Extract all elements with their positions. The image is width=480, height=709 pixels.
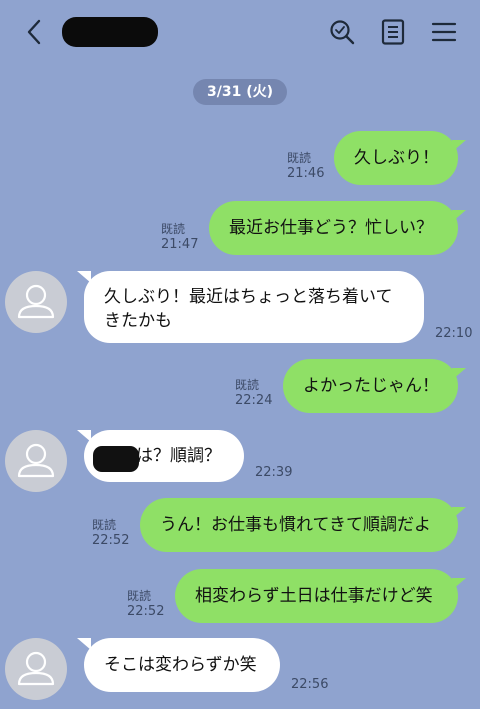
message-time: 22:39 xyxy=(255,465,293,480)
read-label: 既読 xyxy=(287,151,312,165)
message-time: 22:56 xyxy=(291,677,329,692)
outgoing-message-bubble[interactable]: 最近お仕事どう？忙しい？ xyxy=(209,201,458,255)
bubble-tail xyxy=(452,578,466,590)
message-time: 22:52 xyxy=(127,604,165,619)
message-time: 22:10 xyxy=(435,326,473,341)
outgoing-message-bubble[interactable]: うん！お仕事も慣れてきて順調だよ xyxy=(140,498,458,552)
read-label: 既読 xyxy=(235,378,260,392)
outgoing-message-bubble[interactable]: よかったじゃん！ xyxy=(283,359,458,413)
bubble-tail xyxy=(452,368,466,380)
avatar[interactable] xyxy=(5,638,67,700)
bubble-tail xyxy=(452,210,466,222)
outgoing-message-bubble[interactable]: 久しぶり！ xyxy=(334,131,458,185)
redacted-text xyxy=(93,446,139,472)
message-time: 21:47 xyxy=(161,237,199,252)
contact-name-redacted[interactable] xyxy=(62,17,158,47)
message-time: 22:52 xyxy=(92,533,130,548)
note-icon[interactable] xyxy=(379,18,407,46)
read-receipt: 既読 21:46 xyxy=(287,151,324,181)
chat-header xyxy=(0,0,480,64)
avatar[interactable] xyxy=(5,271,67,333)
menu-icon[interactable] xyxy=(430,18,458,46)
bubble-tail xyxy=(452,140,466,152)
read-label: 既読 xyxy=(92,518,117,532)
read-label: 既読 xyxy=(161,222,186,236)
read-label: 既読 xyxy=(127,589,152,603)
default-user-icon xyxy=(17,651,55,686)
message-time: 21:46 xyxy=(287,166,325,181)
search-icon[interactable] xyxy=(328,18,356,46)
read-receipt: 既読 22:24 xyxy=(235,378,272,408)
date-separator: 3/31 (火) xyxy=(193,79,287,105)
bubble-tail xyxy=(452,507,466,519)
read-receipt: 既読 22:52 xyxy=(92,518,129,548)
incoming-message-bubble[interactable]: そこは変わらずか笑 xyxy=(84,638,280,692)
outgoing-message-bubble[interactable]: 相変わらず土日は仕事だけど笑 xyxy=(175,569,458,623)
read-receipt: 既読 22:52 xyxy=(127,589,164,619)
default-user-icon xyxy=(17,284,55,319)
chevron-left-icon[interactable] xyxy=(22,18,48,46)
avatar[interactable] xyxy=(5,430,67,492)
message-time: 22:24 xyxy=(235,393,273,408)
incoming-message-bubble[interactable]: 久しぶり！最近はちょっと落ち着いてきたかも xyxy=(84,271,424,343)
read-receipt: 既読 21:47 xyxy=(161,222,198,252)
default-user-icon xyxy=(17,443,55,478)
